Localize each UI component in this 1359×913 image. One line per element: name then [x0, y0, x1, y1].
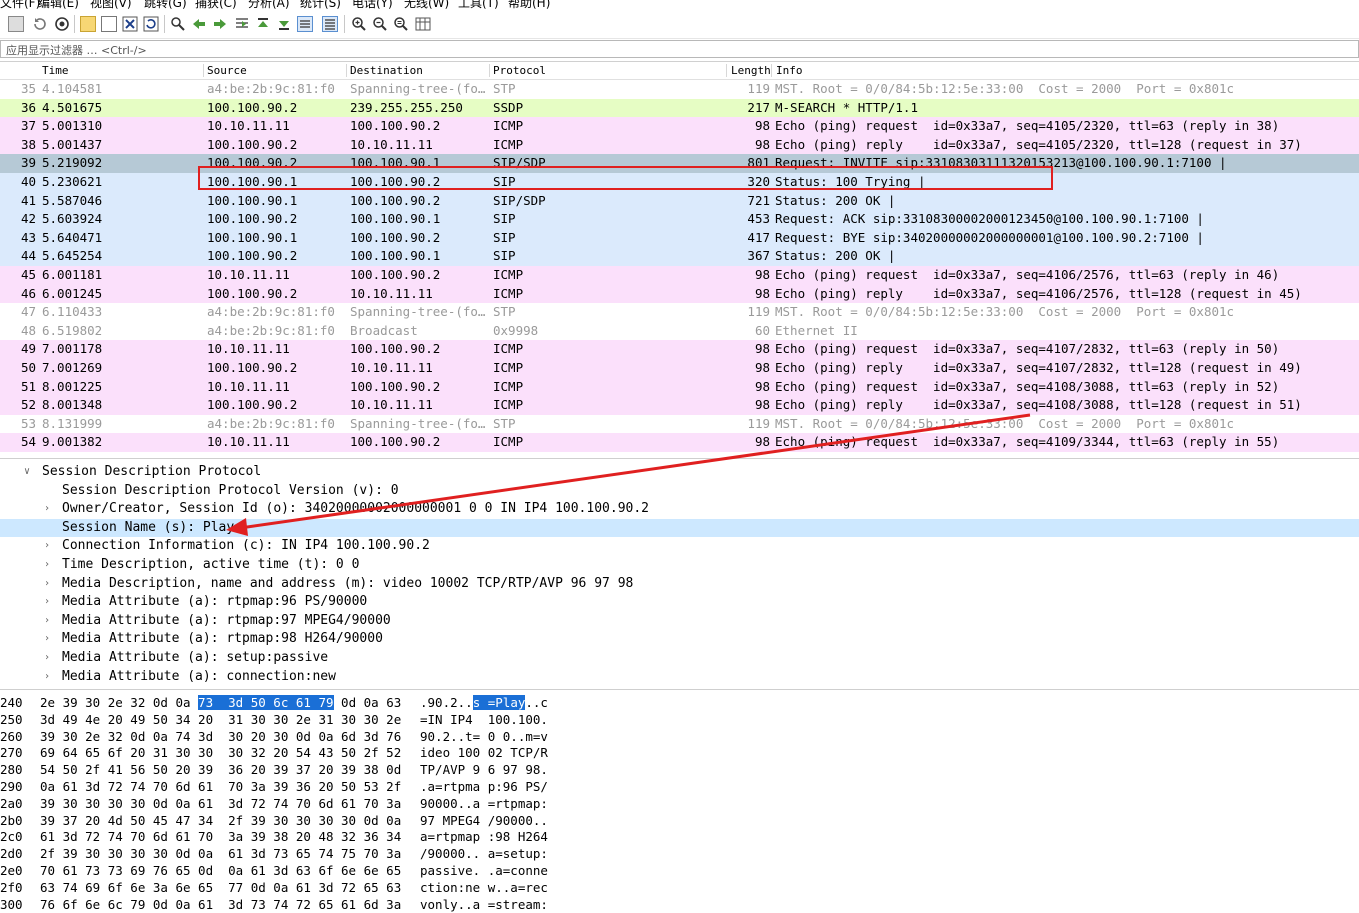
annotation-arrow — [226, 413, 1031, 536]
